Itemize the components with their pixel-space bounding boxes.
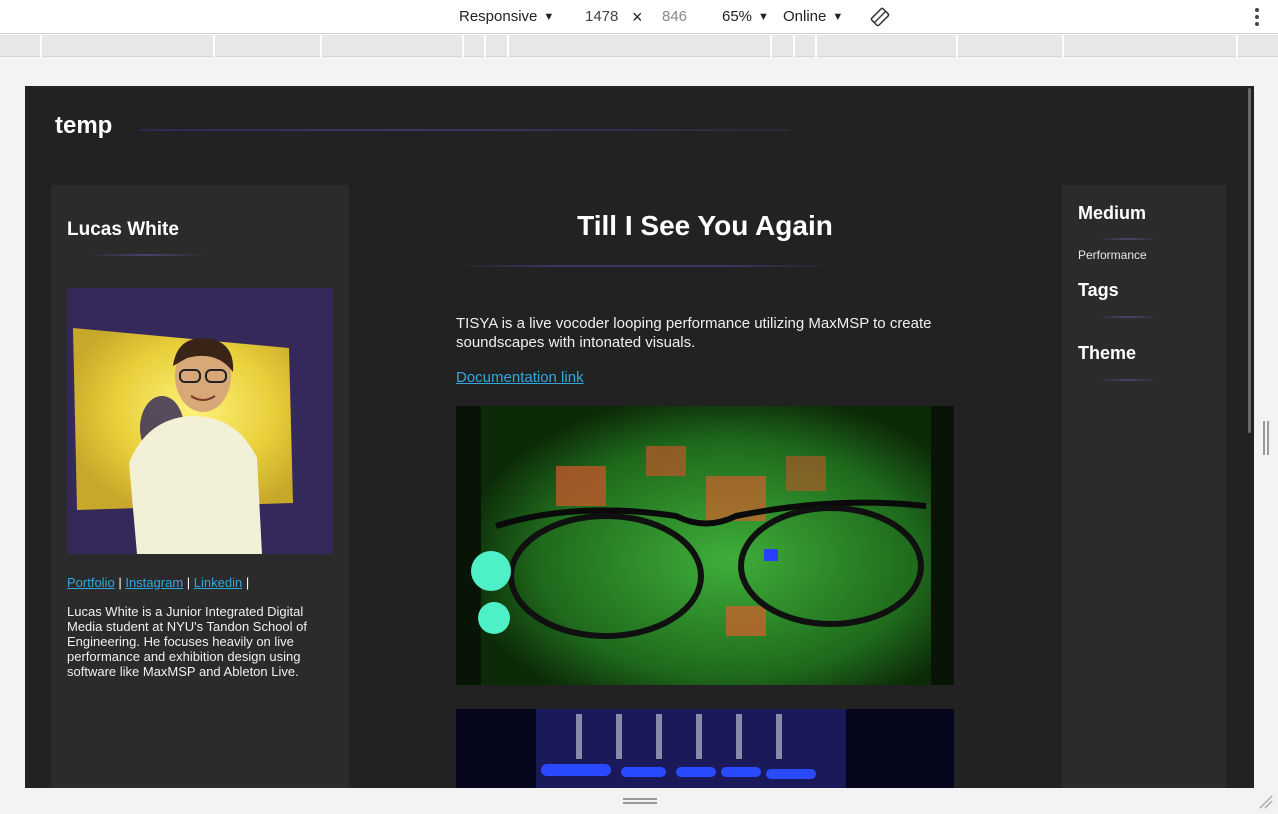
header-divider (140, 129, 790, 131)
device-mode-label: Responsive (459, 8, 538, 25)
width-input[interactable]: 1478 (585, 7, 618, 27)
tags-divider (1098, 316, 1158, 318)
resize-handle-bottom[interactable] (623, 798, 657, 804)
theme-heading: Theme (1078, 343, 1137, 363)
link-separator: | (245, 575, 250, 590)
network-label: Online (783, 8, 827, 25)
devtools-toolbar: Responsive ▼ 1478 × 846 65% ▼ Online ▼ (0, 0, 1278, 34)
height-input[interactable]: 846 (662, 7, 687, 27)
author-sidebar: Lucas White Portfolio | Instagram | Link… (51, 185, 349, 788)
device-mode-dropdown[interactable]: Responsive ▼ (459, 7, 554, 27)
link-separator: | (186, 575, 191, 590)
caret-down-icon: ▼ (543, 11, 555, 23)
performance-image-2 (456, 709, 954, 788)
meta-sidebar: Medium Performance Tags Theme (1062, 185, 1226, 788)
caret-down-icon: ▼ (758, 11, 769, 23)
author-bio: Lucas White is a Junior Integrated Digit… (67, 604, 307, 679)
author-divider (87, 254, 207, 256)
emulated-viewport: temp Lucas White Portfolio | Instagram |… (25, 86, 1254, 788)
close-icon: × (632, 7, 643, 27)
resize-corner-icon[interactable] (1257, 793, 1273, 809)
medium-heading: Medium (1078, 203, 1147, 223)
tags-heading: Tags (1078, 280, 1119, 300)
author-name: Lucas White (67, 219, 179, 240)
medium-divider (1098, 238, 1158, 240)
author-links: Portfolio | Instagram | Linkedin | (67, 575, 249, 590)
rotate-icon[interactable] (870, 7, 890, 27)
post-title: Till I See You Again (577, 210, 833, 241)
dimension-separator: × (632, 7, 643, 27)
documentation-link[interactable]: Documentation link (456, 369, 584, 386)
resize-handle-right[interactable] (1263, 421, 1269, 455)
post-title-divider (450, 265, 835, 267)
author-photo (67, 288, 333, 554)
zoom-label: 65% (722, 8, 753, 25)
width-value: 1478 (585, 8, 619, 25)
height-value: 846 (662, 8, 688, 25)
theme-divider (1098, 379, 1158, 381)
caret-down-icon: ▼ (832, 11, 844, 23)
linkedin-link[interactable]: Linkedin (194, 575, 242, 590)
zoom-dropdown[interactable]: 65% ▼ (722, 7, 769, 27)
kebab-icon[interactable] (1254, 8, 1260, 26)
instagram-link[interactable]: Instagram (125, 575, 183, 590)
performance-image-1 (456, 406, 954, 685)
portfolio-link[interactable]: Portfolio (67, 575, 115, 590)
link-separator: | (118, 575, 122, 590)
site-title[interactable]: temp (55, 112, 112, 140)
post-description: TISYA is a live vocoder looping performa… (456, 315, 932, 351)
media-query-bar[interactable] (0, 35, 1278, 57)
network-dropdown[interactable]: Online ▼ (783, 7, 843, 27)
medium-value[interactable]: Performance (1078, 248, 1147, 262)
viewport-scrollbar[interactable] (1248, 88, 1251, 433)
